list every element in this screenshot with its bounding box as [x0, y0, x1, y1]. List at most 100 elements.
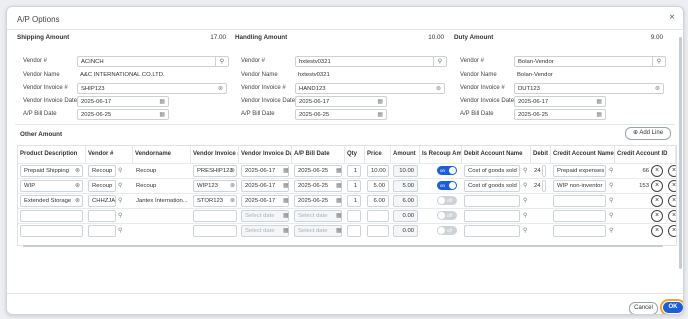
close-icon[interactable]: ×	[669, 12, 675, 23]
calendar-icon[interactable]: ▦	[336, 212, 342, 219]
recoup-toggle[interactable]: on	[437, 181, 457, 190]
search-icon[interactable]: ⚲	[523, 167, 527, 174]
product-description-input[interactable]: WIP	[20, 180, 83, 192]
clear-icon[interactable]: ⊗	[218, 85, 223, 92]
clear-icon[interactable]: ⊗	[230, 197, 235, 204]
qty-input[interactable]	[347, 225, 361, 237]
invoice-date-input[interactable]: 2025-06-17	[241, 180, 289, 192]
recoup-toggle[interactable]: on	[437, 166, 457, 175]
credit-account-input[interactable]: Prepaid expenses	[553, 165, 606, 177]
invoice-date-input[interactable]: Select date	[241, 225, 289, 237]
invoice-input[interactable]: DUT123 ⊗	[514, 83, 664, 94]
search-icon[interactable]: ⚲	[523, 227, 527, 234]
calendar-icon[interactable]: ▦	[283, 212, 289, 219]
credit-account-input[interactable]: WIP non-inventor	[553, 180, 606, 192]
qty-input[interactable]	[347, 210, 361, 222]
invoice-date-input[interactable]: 2025-06-17	[241, 195, 289, 207]
clear-icon[interactable]: ⊗	[75, 197, 80, 204]
debit-account-input[interactable]: Cost of goods sold	[464, 165, 520, 177]
search-icon[interactable]: ⚲	[118, 182, 122, 189]
search-icon[interactable]: ⚲	[609, 167, 613, 174]
calendar-icon[interactable]: ▦	[159, 111, 165, 118]
bill-date-input[interactable]: 2025-06-25	[294, 165, 342, 177]
add-line-button[interactable]: ⊕ Add Line	[625, 127, 671, 140]
search-icon[interactable]: ⚲	[609, 227, 613, 234]
recoup-toggle[interactable]: off	[437, 196, 457, 205]
invoice-input[interactable]: HAND123 ⊗	[295, 83, 445, 94]
bill-date-input[interactable]: 2025-06-25	[294, 195, 342, 207]
calendar-icon[interactable]: ▦	[596, 111, 602, 118]
search-icon[interactable]: ⚲	[609, 182, 613, 189]
invoice-date-input[interactable]: 2025-06-17	[241, 165, 289, 177]
invoice-input[interactable]: SHIP123 ⊗	[77, 83, 227, 94]
search-icon[interactable]: ⚲	[215, 57, 228, 66]
vendor-input[interactable]: hxtestv0321 ⚲	[295, 56, 447, 67]
calendar-icon[interactable]: ▦	[336, 197, 342, 204]
clear-icon[interactable]: ⊗	[655, 85, 660, 92]
search-icon[interactable]: ⚲	[118, 227, 122, 234]
bill-date-input[interactable]: Select date	[294, 210, 342, 222]
calendar-icon[interactable]: ▦	[283, 167, 289, 174]
debit-account-input[interactable]	[464, 195, 520, 207]
credit-account-input[interactable]	[553, 210, 606, 222]
search-icon[interactable]: ⚲	[609, 212, 613, 219]
bill-date-input[interactable]: Select date	[294, 225, 342, 237]
vendor-input[interactable]: Recoup	[88, 180, 116, 192]
calendar-icon[interactable]: ▦	[377, 98, 383, 105]
vendor-input[interactable]: ACINCH ⚲	[77, 56, 229, 67]
vendor-input[interactable]	[88, 210, 116, 222]
vendor-invoice-input[interactable]	[193, 225, 237, 237]
search-icon[interactable]: ⚲	[118, 212, 122, 219]
calendar-icon[interactable]: ▦	[283, 227, 289, 234]
remove-row-icon[interactable]: ×	[651, 210, 663, 222]
search-icon[interactable]: ⚲	[523, 182, 527, 189]
vertical-scrollbar[interactable]	[679, 37, 682, 269]
calendar-icon[interactable]: ▦	[336, 182, 342, 189]
price-input[interactable]: 10.00	[367, 165, 389, 177]
invoice-date-input[interactable]: Select date	[241, 210, 289, 222]
recoup-toggle[interactable]: off	[437, 226, 457, 235]
search-icon[interactable]: ⚲	[609, 197, 613, 204]
clear-icon[interactable]: ⊗	[75, 182, 80, 189]
product-description-input[interactable]	[20, 210, 83, 222]
product-description-input[interactable]: Prepaid Shipping	[20, 165, 83, 177]
debit-account-input[interactable]	[464, 210, 520, 222]
product-description-input[interactable]: Extended Storage	[20, 195, 83, 207]
calendar-icon[interactable]: ▦	[336, 227, 342, 234]
clear-icon[interactable]: ⊗	[230, 182, 235, 189]
remove-row-icon[interactable]: ×	[668, 225, 676, 237]
vendor-invoice-input[interactable]	[193, 210, 237, 222]
product-description-input[interactable]	[20, 225, 83, 237]
search-icon[interactable]: ⚲	[523, 197, 527, 204]
cancel-button[interactable]: Cancel	[629, 302, 658, 314]
search-icon[interactable]: ⚲	[523, 212, 527, 219]
search-icon[interactable]: ⚲	[118, 167, 122, 174]
remove-row-icon[interactable]: ×	[651, 165, 663, 177]
price-input[interactable]: 6.00	[367, 195, 389, 207]
search-icon[interactable]: ⚲	[118, 197, 122, 204]
search-icon[interactable]: ⚲	[652, 57, 665, 66]
calendar-icon[interactable]: ▦	[283, 182, 289, 189]
qty-input[interactable]: 1	[347, 165, 361, 177]
vendor-input[interactable]: CHHZJA	[88, 195, 116, 207]
remove-row-icon[interactable]: ×	[668, 165, 676, 177]
horizontal-scrollbar[interactable]	[23, 245, 663, 247]
remove-row-icon[interactable]: ×	[668, 180, 676, 192]
remove-row-icon[interactable]: ×	[651, 225, 663, 237]
date-input[interactable]: 2025-06-25 ▦	[514, 109, 606, 120]
calendar-icon[interactable]: ▦	[377, 111, 383, 118]
clear-icon[interactable]: ⊗	[436, 85, 441, 92]
calendar-icon[interactable]: ▦	[596, 98, 602, 105]
bill-date-input[interactable]: 2025-06-25	[294, 180, 342, 192]
remove-row-icon[interactable]: ×	[651, 180, 663, 192]
vendor-input[interactable]	[88, 225, 116, 237]
calendar-icon[interactable]: ▦	[283, 197, 289, 204]
date-input[interactable]: 2025-06-17 ▦	[77, 96, 169, 107]
price-input[interactable]	[367, 210, 389, 222]
remove-row-icon[interactable]: ×	[668, 210, 676, 222]
calendar-icon[interactable]: ▦	[159, 98, 165, 105]
remove-row-icon[interactable]: ×	[651, 195, 663, 207]
vendor-input[interactable]: Bolan-Vendor ⚲	[514, 56, 666, 67]
credit-account-input[interactable]	[553, 225, 606, 237]
debit-account-input[interactable]: Cost of goods sold	[464, 180, 520, 192]
